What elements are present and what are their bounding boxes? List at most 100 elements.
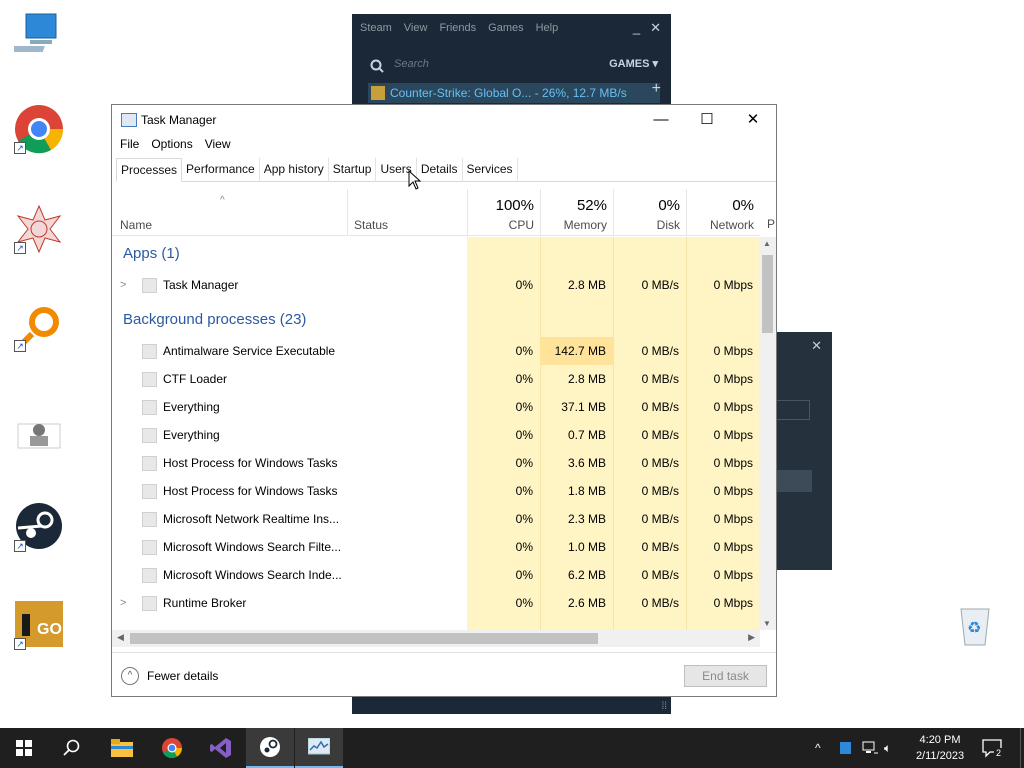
tab-processes[interactable]: Processes [116, 158, 183, 182]
steam-menu-games[interactable]: Games [488, 22, 523, 34]
scroll-right-icon[interactable]: ▶ [748, 632, 755, 643]
process-disk: 0 MB/s [641, 428, 679, 442]
menu-file[interactable]: File [120, 137, 139, 151]
process-name: Microsoft Network Realtime Ins... [163, 512, 340, 526]
steam-minimize-button[interactable]: _ [633, 20, 640, 36]
mandala-app-icon[interactable]: ↗ [14, 204, 64, 254]
user-app-icon[interactable] [14, 414, 64, 464]
visual-studio-button[interactable] [197, 728, 245, 768]
tray-app-icon[interactable] [840, 728, 851, 768]
recycle-bin-icon[interactable]: ♻ [955, 603, 995, 647]
steam-menu-friends[interactable]: Friends [439, 22, 476, 34]
chrome-icon [162, 738, 182, 759]
process-disk: 0 MB/s [641, 372, 679, 386]
process-icon [142, 372, 157, 387]
clock[interactable]: 4:20 PM 2/11/2023 [902, 732, 978, 764]
process-row[interactable]: > Runtime Broker 0% 2.6 MB 0 MB/s 0 Mbps [112, 589, 760, 617]
steam-search-bar[interactable]: Search GAMES ▾ [362, 56, 662, 74]
show-hidden-icons-button[interactable]: ^ [815, 728, 821, 768]
tab-app-history[interactable]: App history [260, 158, 329, 182]
scroll-down-icon[interactable]: ▼ [763, 619, 771, 628]
process-disk: 0 MB/s [641, 400, 679, 414]
search-button[interactable] [48, 728, 96, 768]
column-network[interactable]: 0% Network [686, 189, 760, 236]
add-game-button[interactable]: + [652, 80, 661, 98]
dialog-close-button[interactable]: ✕ [811, 338, 822, 354]
process-icon [142, 568, 157, 583]
games-label: GAMES [609, 58, 650, 70]
horizontal-scrollbar[interactable]: ◀ ▶ [112, 630, 760, 647]
volume-icon[interactable]: 🔈︎ [884, 728, 891, 768]
tab-details[interactable]: Details [417, 158, 463, 182]
process-row[interactable]: Antimalware Service Executable 0% 142.7 MB… [112, 337, 760, 365]
chrome-icon[interactable]: ↗ [14, 104, 64, 154]
steam-menu-view[interactable]: View [404, 22, 428, 34]
search-icon [63, 739, 80, 756]
steam-games-dropdown[interactable]: GAMES ▾ [609, 57, 658, 70]
background-group-header[interactable]: Background processes (23) [112, 303, 760, 337]
process-mem: 2.8 MB [567, 278, 606, 292]
tab-startup[interactable]: Startup [329, 158, 377, 182]
chrome-taskbar-button[interactable] [148, 728, 196, 768]
search-app-icon[interactable]: ↗ [14, 302, 64, 352]
steam-taskbar-button[interactable] [246, 728, 294, 768]
steam-close-button[interactable]: ✕ [650, 20, 661, 36]
network-icon[interactable] [862, 728, 878, 768]
apps-group-header[interactable]: Apps (1) [112, 237, 760, 271]
column-disk[interactable]: 0% Disk [613, 189, 686, 236]
process-net: 0 Mbps [713, 344, 753, 358]
tab-performance[interactable]: Performance [182, 158, 260, 182]
scroll-left-icon[interactable]: ◀ [117, 632, 124, 643]
column-header: ^ Name Status 100% CPU 52% Memory 0% Dis… [112, 189, 775, 236]
tab-services[interactable]: Services [463, 158, 518, 182]
process-mem: 2.3 MB [567, 512, 606, 526]
this-pc-icon[interactable] [6, 10, 64, 60]
expand-chevron-icon[interactable]: > [120, 271, 126, 299]
start-button[interactable] [0, 728, 48, 768]
menu-view[interactable]: View [205, 137, 231, 151]
process-row[interactable]: Everything 0% 0.7 MB 0 MB/s 0 Mbps [112, 421, 760, 449]
process-row[interactable]: Host Process for Windows Tasks 0% 1.8 MB 0 … [112, 477, 760, 505]
process-disk: 0 MB/s [641, 568, 679, 582]
taskbar: ^ 🔈︎ 4:20 PM 2/11/2023 2 [0, 728, 1024, 768]
show-desktop-button[interactable] [1020, 728, 1024, 768]
column-power-label[interactable]: P [767, 217, 775, 231]
steam-menu-help[interactable]: Help [536, 22, 559, 34]
horizontal-scroll-thumb[interactable] [130, 633, 598, 644]
memory-percent: 52% [576, 197, 607, 214]
process-row[interactable]: Microsoft Windows Search Inde... 0% 6.2 MB… [112, 561, 760, 589]
steam-icon[interactable]: ↗ [14, 502, 64, 552]
notifications-button[interactable]: 2 [982, 728, 1004, 768]
fewer-details-button[interactable]: ^ Fewer details [121, 667, 218, 685]
title-bar[interactable]: Task Manager — ☐ ✕ [112, 105, 776, 135]
file-explorer-button[interactable] [98, 728, 146, 768]
process-row[interactable]: CTF Loader 0% 2.8 MB 0 MB/s 0 Mbps [112, 365, 760, 393]
maximize-button[interactable]: ☐ [684, 105, 730, 135]
process-row[interactable]: Host Process for Windows Tasks 0% 3.6 MB 0 … [112, 449, 760, 477]
column-status[interactable]: Status [347, 189, 467, 236]
vertical-scroll-thumb[interactable] [762, 255, 773, 333]
column-memory[interactable]: 52% Memory [540, 189, 613, 236]
task-manager-taskbar-button[interactable] [295, 728, 343, 768]
vertical-scrollbar[interactable]: ▲ ▼ [759, 237, 776, 630]
process-row[interactable]: Microsoft Network Realtime Ins... 0% 2.3 M… [112, 505, 760, 533]
process-row[interactable]: > Task Manager 0% 2.8 MB 0 MB/s 0 Mbps [112, 271, 760, 299]
steam-download-item[interactable]: Counter-Strike: Global O... - 26%, 12.7 … [368, 83, 660, 103]
scroll-up-icon[interactable]: ▲ [763, 239, 771, 248]
network-label: Network [709, 218, 754, 232]
process-row[interactable]: Everything 0% 37.1 MB 0 MB/s 0 Mbps [112, 393, 760, 421]
steam-menubar: Steam View Friends Games Help [360, 22, 558, 34]
minimize-button[interactable]: — [638, 105, 684, 135]
column-name[interactable]: ^ Name [112, 189, 347, 236]
close-button[interactable]: ✕ [730, 105, 776, 135]
resize-grip-icon[interactable]: ⁞⁞ [661, 701, 667, 712]
chevron-up-icon: ^ [121, 667, 139, 685]
csgo-icon[interactable]: GO ↗ [14, 600, 64, 650]
expand-chevron-icon[interactable]: > [120, 589, 126, 617]
menu-options[interactable]: Options [151, 137, 192, 151]
steam-menu-steam[interactable]: Steam [360, 22, 392, 34]
column-cpu[interactable]: 100% CPU [467, 189, 540, 236]
steam-dialog: ✕ [776, 332, 832, 570]
end-task-button[interactable]: End task [684, 665, 767, 687]
process-row[interactable]: Microsoft Windows Search Filte... 0% 1.0 M… [112, 533, 760, 561]
